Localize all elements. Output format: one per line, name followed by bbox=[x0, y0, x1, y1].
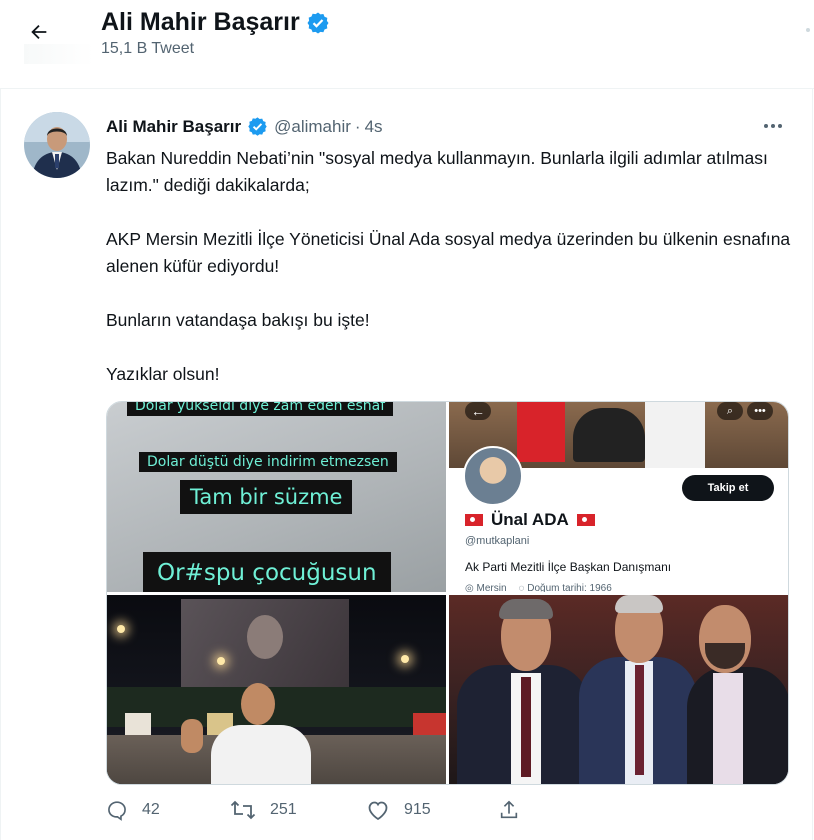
birthday-icon: ◌ bbox=[518, 583, 528, 592]
more-dots-icon bbox=[764, 124, 768, 128]
verified-badge bbox=[247, 116, 268, 137]
banner-party-flag bbox=[645, 402, 705, 468]
author-avatar[interactable] bbox=[24, 112, 90, 178]
share-button[interactable] bbox=[498, 799, 520, 821]
birth-row: ◌ Doğum tarihi: 1966 bbox=[519, 583, 612, 592]
profile-location: Mersin bbox=[476, 583, 507, 592]
profile-search-icon: ⌕ bbox=[717, 402, 743, 420]
verified-badge-icon bbox=[248, 117, 267, 136]
profile-header: Ali Mahir Başarır 15,1 B Tweet bbox=[0, 0, 814, 89]
tweet-actions: 42 251 915 bbox=[106, 799, 536, 835]
meme-caption-3: Tam bir süzme bbox=[180, 480, 353, 514]
media-grid: Dolar yükseldi diye zam eden esnaf Dolar… bbox=[106, 401, 789, 785]
tweet-time[interactable]: 4s bbox=[365, 117, 383, 137]
location-pin-icon: ◎ bbox=[465, 583, 477, 592]
verified-badge-icon bbox=[307, 12, 329, 33]
turkish-flag-icon bbox=[465, 514, 483, 526]
banner-person bbox=[573, 408, 645, 462]
reply-icon bbox=[108, 801, 126, 821]
like-button[interactable]: 915 bbox=[366, 799, 431, 821]
reply-count: 42 bbox=[142, 801, 160, 818]
profile-name: Ünal ADA bbox=[491, 510, 569, 529]
reply-button[interactable]: 42 bbox=[106, 799, 160, 821]
profile-back-icon: ← bbox=[465, 402, 491, 420]
retweet-button[interactable]: 251 bbox=[230, 799, 297, 821]
turkish-flag-icon bbox=[576, 514, 595, 526]
media-image-2[interactable]: ← ⌕ ••• Takip et Ünal ADA @mutkaplani Ak… bbox=[449, 402, 788, 592]
like-count: 915 bbox=[404, 801, 431, 818]
back-button[interactable] bbox=[22, 15, 56, 49]
author-name[interactable]: Ali Mahir Başarır bbox=[106, 117, 241, 137]
banner-sign bbox=[413, 713, 446, 735]
profile-bio: Ak Parti Mezitli İlçe Başkan Danışmanı bbox=[465, 560, 672, 574]
arrow-left-icon bbox=[31, 24, 47, 40]
street-light bbox=[217, 657, 225, 665]
heart-icon bbox=[368, 801, 388, 821]
follow-button: Takip et bbox=[682, 475, 774, 501]
avatar-image bbox=[24, 112, 90, 178]
street-light bbox=[117, 625, 125, 633]
retweet-count: 251 bbox=[270, 801, 297, 818]
tweet-text: Bakan Nureddin Nebati’nin "sosyal medya … bbox=[106, 148, 791, 384]
banner-flag bbox=[517, 402, 565, 462]
banner-sign bbox=[125, 713, 151, 735]
profile-handle: @mutkaplani bbox=[465, 535, 530, 547]
screen-face bbox=[247, 615, 283, 659]
profile-name-row: Ünal ADA bbox=[465, 510, 595, 530]
meme-caption-1: Dolar yükseldi diye zam eden esnaf bbox=[127, 402, 394, 416]
seated-man bbox=[181, 683, 311, 784]
profile-more-icon: ••• bbox=[747, 402, 773, 420]
profile-birth: Doğum tarihi: 1966 bbox=[527, 583, 612, 592]
media-image-1[interactable]: Dolar yükseldi diye zam eden esnaf Dolar… bbox=[107, 402, 446, 592]
media-image-4[interactable] bbox=[449, 595, 788, 784]
author-handle[interactable]: @alimahir bbox=[274, 117, 351, 137]
meta-separator: · bbox=[354, 116, 361, 136]
header-name: Ali Mahir Başarır bbox=[101, 8, 300, 36]
retweet-icon bbox=[230, 800, 256, 820]
tweet-header: Ali Mahir Başarır @alimahir · 4s bbox=[106, 116, 383, 137]
location-row: ◎ Mersin bbox=[465, 583, 507, 592]
header-scroll-dot bbox=[806, 28, 810, 32]
profile-meta: ◎ Mersin ◌ Doğum tarihi: 1966 bbox=[465, 583, 612, 592]
share-icon bbox=[500, 800, 518, 819]
more-options-button[interactable] bbox=[758, 114, 788, 138]
media-image-3[interactable] bbox=[107, 595, 446, 784]
street-light bbox=[401, 655, 409, 663]
header-title: Ali Mahir Başarır bbox=[101, 8, 330, 37]
tweet-count: 15,1 B Tweet bbox=[101, 40, 195, 57]
profile-avatar bbox=[463, 446, 523, 506]
meme-caption-4: Or#spu çocuğusun bbox=[143, 552, 391, 592]
meme-caption-2: Dolar düştü diye indirim etmezsen bbox=[139, 452, 397, 472]
